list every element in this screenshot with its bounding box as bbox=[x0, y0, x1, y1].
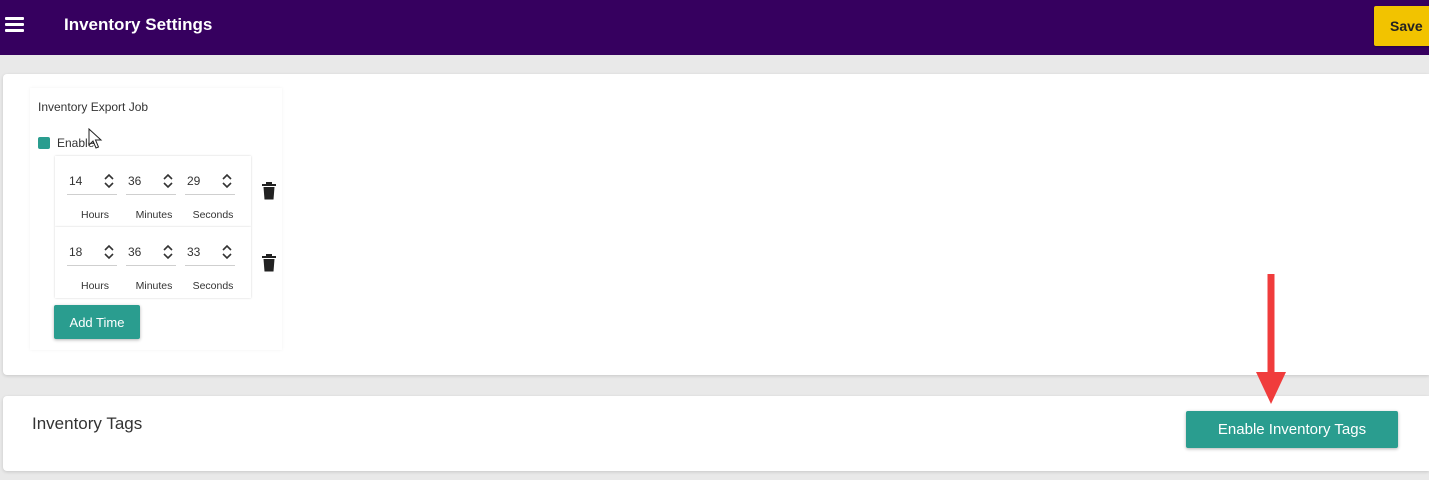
red-arrow-icon bbox=[1256, 274, 1286, 404]
hours-value: 18 bbox=[69, 245, 83, 259]
chevron-up-down-icon[interactable] bbox=[221, 242, 233, 262]
app-bar: Inventory Settings Save bbox=[0, 0, 1429, 55]
inventory-tags-card: Inventory Tags Enable Inventory Tags bbox=[3, 396, 1429, 471]
seconds-value: 33 bbox=[187, 245, 201, 259]
hours-value: 14 bbox=[69, 174, 83, 188]
menu-icon[interactable] bbox=[4, 14, 26, 36]
chevron-up-down-icon[interactable] bbox=[103, 242, 115, 262]
seconds-label: Seconds bbox=[192, 280, 234, 292]
minutes-field[interactable]: 36 bbox=[126, 239, 176, 266]
chevron-up-down-icon[interactable] bbox=[162, 242, 174, 262]
minutes-label: Minutes bbox=[135, 280, 173, 292]
minutes-field[interactable]: 36 bbox=[126, 168, 176, 195]
seconds-label: Seconds bbox=[192, 209, 234, 221]
chevron-up-down-icon[interactable] bbox=[103, 171, 115, 191]
chevron-up-down-icon[interactable] bbox=[162, 171, 174, 191]
enable-inventory-tags-button[interactable]: Enable Inventory Tags bbox=[1186, 411, 1398, 448]
inventory-export-job-card: Inventory Export Job Enable 14 36 29 Hou… bbox=[3, 74, 1429, 375]
page-title: Inventory Settings bbox=[64, 15, 213, 34]
minutes-label: Minutes bbox=[135, 209, 173, 221]
chevron-up-down-icon[interactable] bbox=[221, 171, 233, 191]
time-row: 18 36 33 Hours Minutes Seconds bbox=[55, 227, 251, 298]
time-row: 14 36 29 Hours Minutes Seconds bbox=[55, 156, 251, 227]
seconds-value: 29 bbox=[187, 174, 201, 188]
minutes-value: 36 bbox=[128, 245, 142, 259]
hours-field[interactable]: 18 bbox=[67, 239, 117, 266]
trash-icon[interactable] bbox=[261, 254, 277, 272]
seconds-field[interactable]: 29 bbox=[185, 168, 235, 195]
add-time-button[interactable]: Add Time bbox=[54, 305, 140, 339]
seconds-field[interactable]: 33 bbox=[185, 239, 235, 266]
hours-label: Hours bbox=[80, 209, 109, 221]
mouse-pointer-icon bbox=[88, 128, 103, 149]
hours-field[interactable]: 14 bbox=[67, 168, 117, 195]
hours-label: Hours bbox=[80, 280, 109, 292]
minutes-value: 36 bbox=[128, 174, 142, 188]
inventory-tags-title: Inventory Tags bbox=[32, 414, 143, 433]
save-button[interactable]: Save bbox=[1374, 6, 1429, 46]
trash-icon[interactable] bbox=[261, 182, 277, 200]
enable-checkbox[interactable] bbox=[38, 137, 50, 149]
export-job-title: Inventory Export Job bbox=[38, 100, 149, 114]
